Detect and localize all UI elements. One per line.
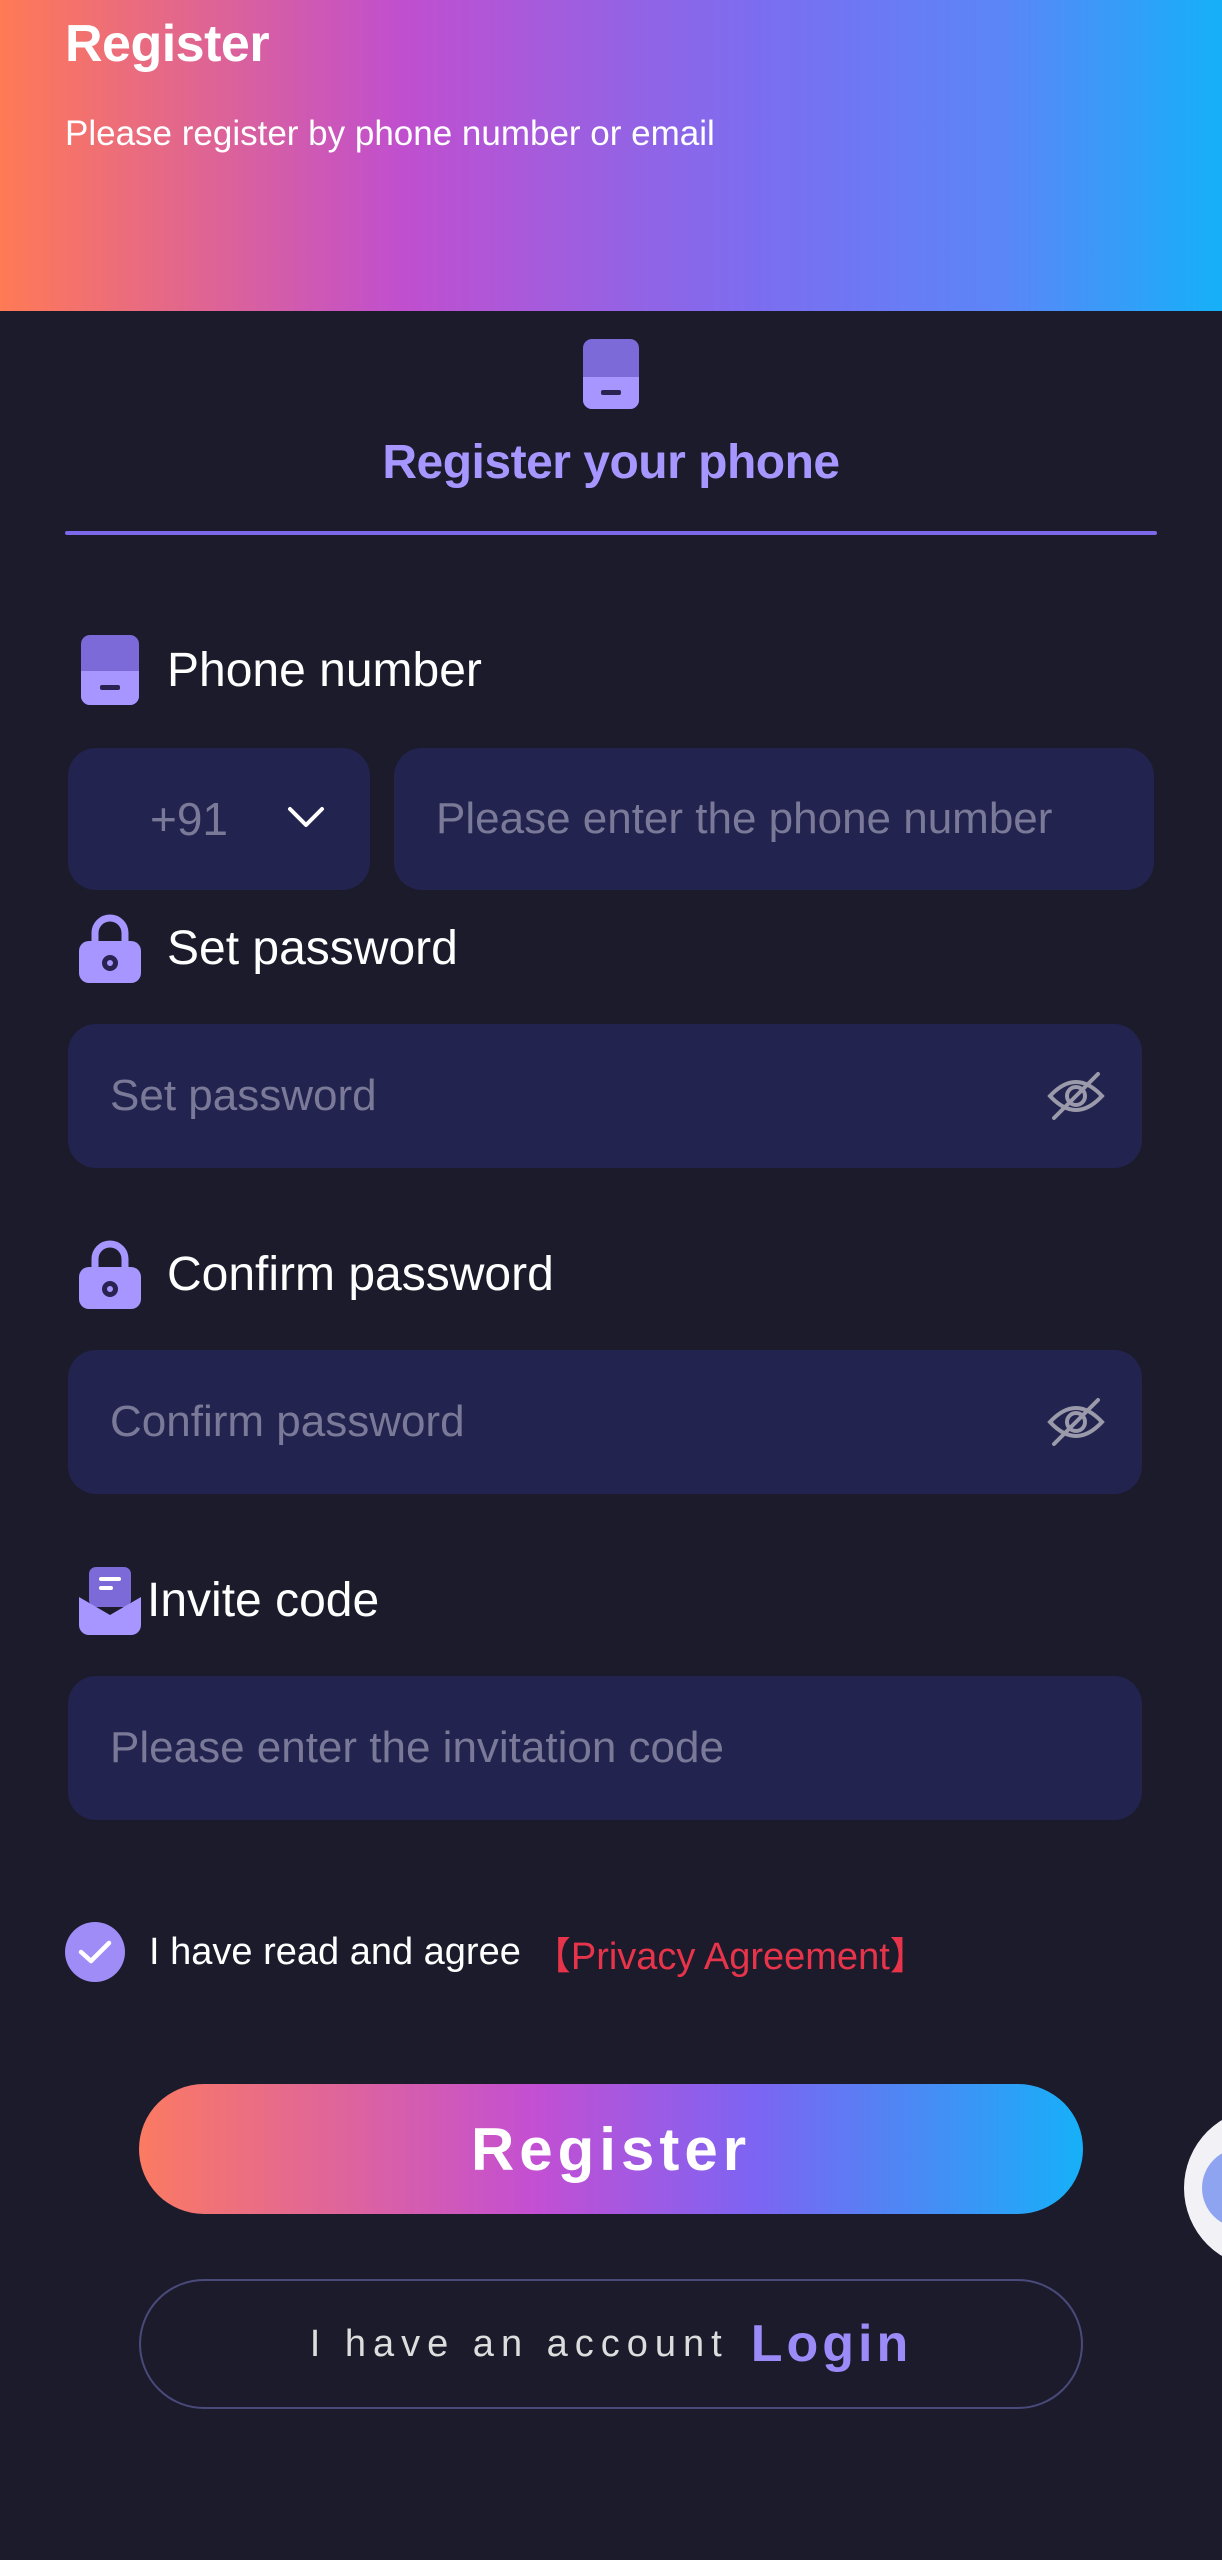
privacy-agreement-link[interactable]: 【Privacy Agreement】	[533, 1925, 928, 1980]
page-subtitle: Please register by phone number or email	[65, 114, 715, 153]
confirm-label-row: Confirm password	[75, 1234, 554, 1314]
password-label-row: Set password	[75, 908, 458, 988]
agreement-text: I have read and agree	[149, 1930, 521, 1973]
header-banner: Register Please register by phone number…	[0, 0, 1222, 311]
tab-label: Register your phone	[382, 436, 840, 489]
invite-label: Invite code	[147, 1573, 380, 1627]
confirm-placeholder: Confirm password	[110, 1397, 465, 1446]
login-button[interactable]: I have an account Login	[139, 2279, 1083, 2409]
password-placeholder: Set password	[110, 1071, 377, 1120]
phone-label-row: Phone number	[75, 630, 482, 710]
invite-label-row: Invite code	[75, 1560, 379, 1640]
chevron-down-icon	[288, 807, 324, 827]
tab-register-phone[interactable]: Register your phone	[65, 335, 1157, 535]
lock-icon	[79, 1240, 141, 1309]
password-input[interactable]: Set password	[68, 1024, 1142, 1168]
agreement-checkbox[interactable]	[65, 1922, 125, 1982]
support-icon	[1202, 2148, 1222, 2228]
phone-input[interactable]: Please enter the phone number	[394, 748, 1154, 890]
page-title: Register	[65, 15, 270, 73]
phone-placeholder: Please enter the phone number	[436, 794, 1053, 843]
agreement-row: I have read and agree 【Privacy Agreement…	[65, 1920, 928, 1984]
phone-icon	[81, 635, 139, 705]
have-account-text: I have an account	[309, 2322, 729, 2365]
invite-icon	[79, 1567, 141, 1635]
invite-code-input[interactable]: Please enter the invitation code	[68, 1676, 1142, 1820]
login-label: Login	[750, 2315, 913, 2373]
confirm-password-input[interactable]: Confirm password	[68, 1350, 1142, 1494]
floating-support-button[interactable]	[1184, 2108, 1222, 2268]
country-code-select[interactable]: +91	[68, 748, 370, 890]
phone-label: Phone number	[167, 643, 482, 697]
phone-icon	[583, 339, 639, 409]
check-icon	[78, 1940, 112, 1964]
invite-placeholder: Please enter the invitation code	[110, 1723, 724, 1772]
country-code-value: +91	[149, 793, 229, 845]
register-button-label: Register	[470, 2115, 752, 2183]
register-button[interactable]: Register	[139, 2084, 1083, 2214]
eye-off-icon[interactable]	[1046, 1070, 1106, 1122]
password-label: Set password	[167, 921, 458, 975]
confirm-label: Confirm password	[167, 1247, 554, 1301]
tab-underline	[65, 531, 1157, 535]
lock-icon	[79, 914, 141, 983]
eye-off-icon[interactable]	[1046, 1396, 1106, 1448]
